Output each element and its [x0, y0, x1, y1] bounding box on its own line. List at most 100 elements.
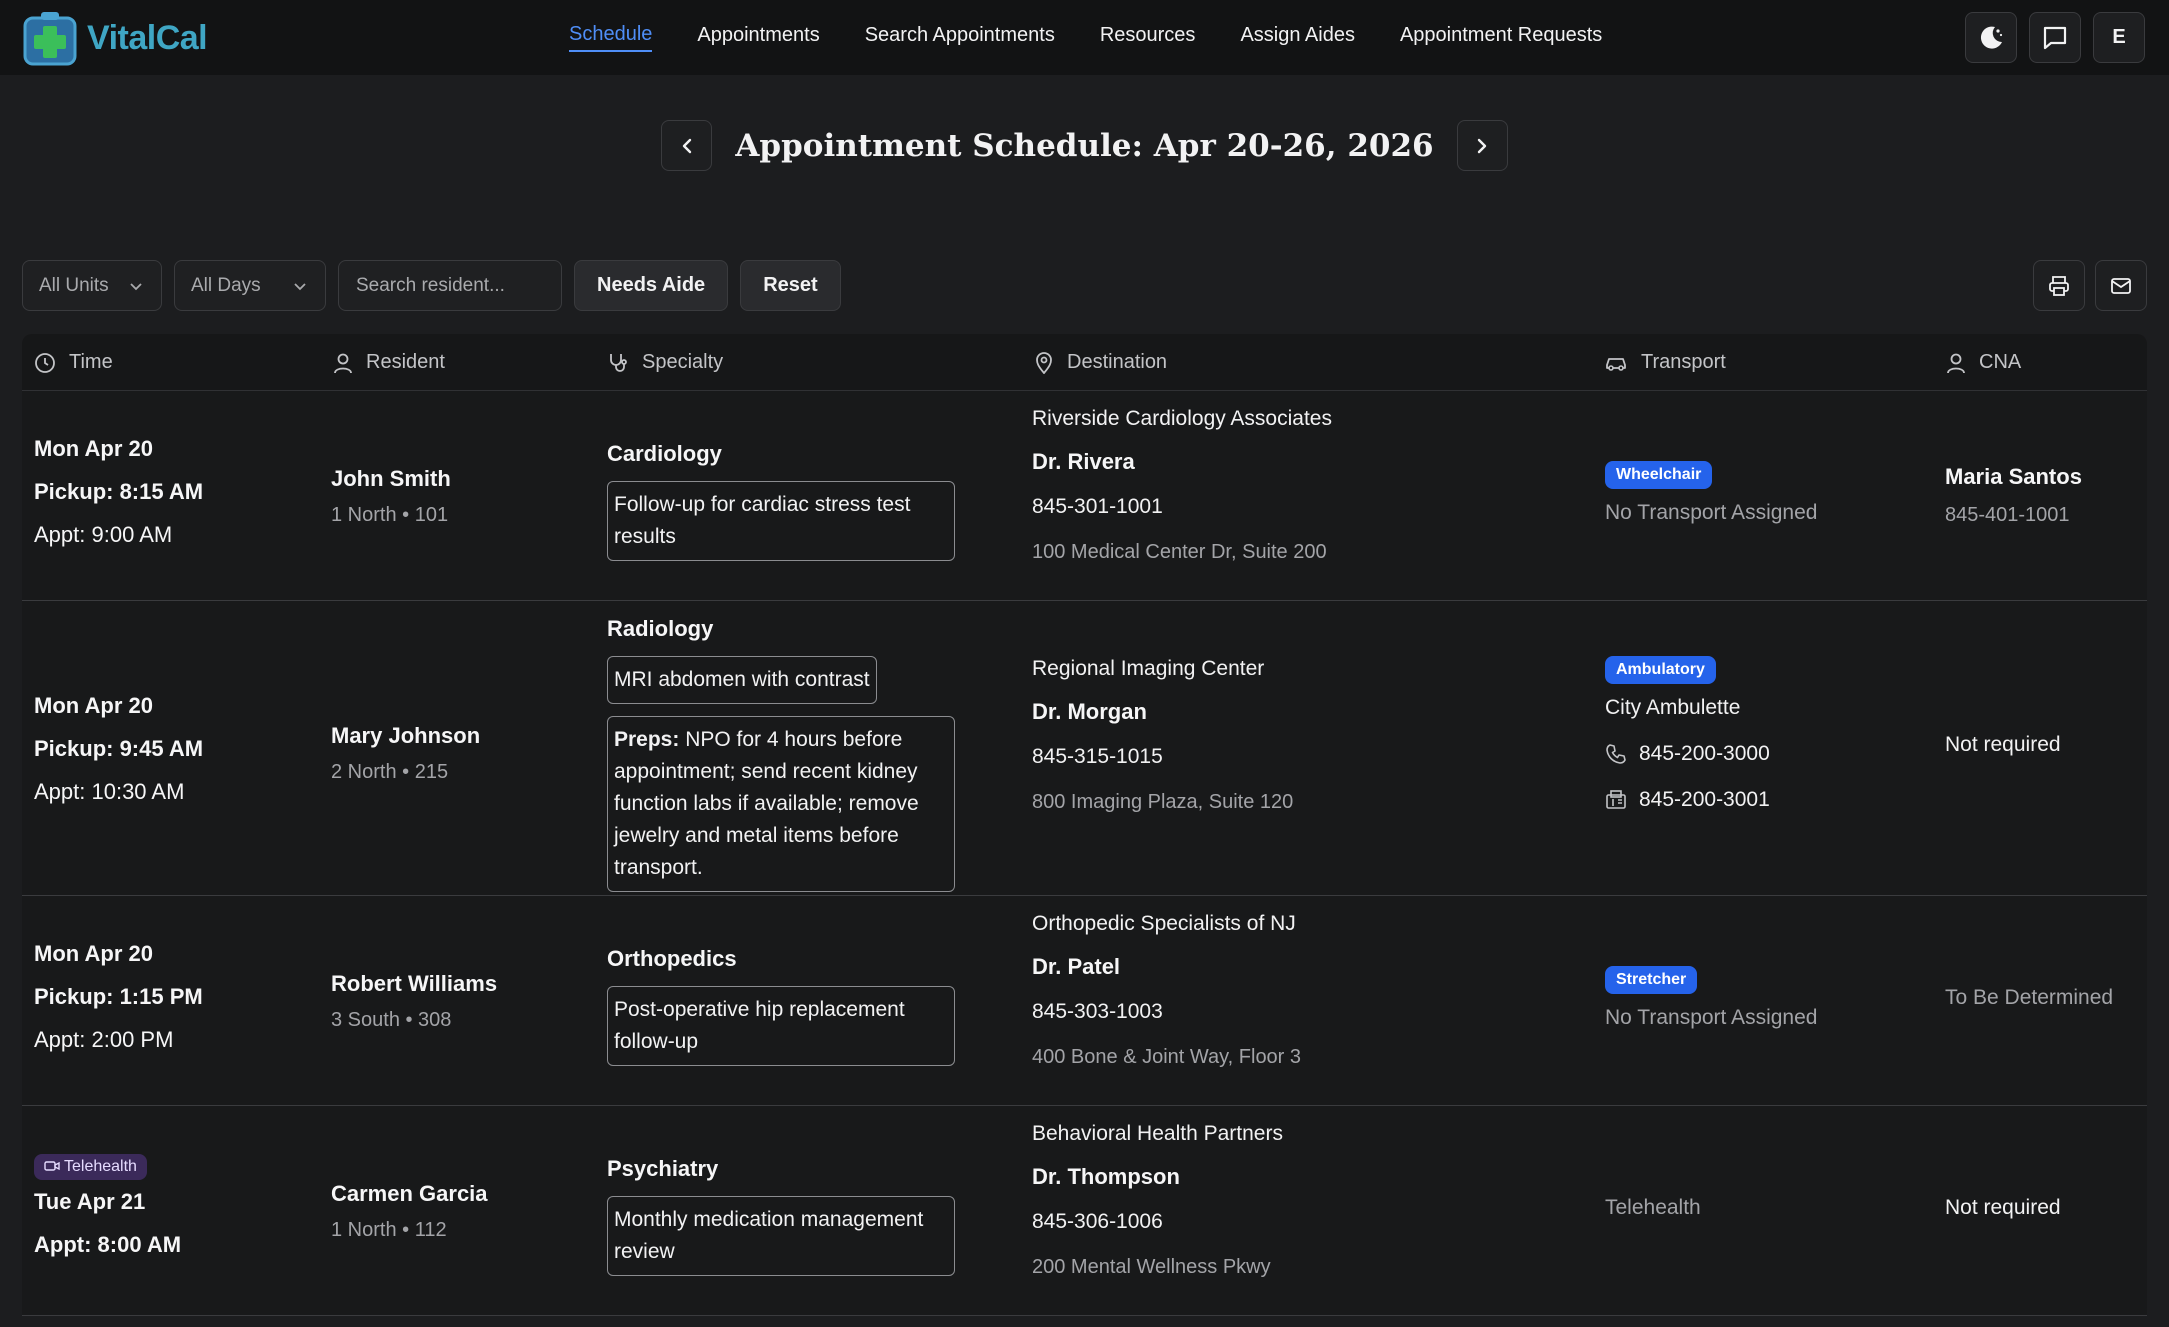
column-header-time[interactable]: Time	[34, 351, 113, 374]
resident-name[interactable]: John Smith	[331, 466, 451, 492]
doctor-name: Dr. Rivera	[1032, 449, 1135, 474]
destination-phone[interactable]: 845-301-1001	[1032, 495, 1332, 519]
appointment-note: Post-operative hip replacement follow-up	[607, 986, 955, 1066]
doctor-name: Dr. Patel	[1032, 954, 1121, 979]
destination-cell: Riverside Cardiology Associates Dr. Rive…	[1032, 407, 1332, 564]
appointment-day: Mon Apr 20	[34, 941, 153, 966]
mail-icon	[2111, 277, 2131, 294]
destination-phone[interactable]: 845-306-1006	[1032, 1210, 1283, 1234]
transport-fax-line[interactable]: 845-200-3001	[1605, 788, 1770, 812]
resident-name[interactable]: Carmen Garcia	[331, 1181, 488, 1207]
appointment-time-value: Appt: 2:00 PM	[34, 1027, 174, 1052]
table-row[interactable]: Telehealth Tue Apr 21 Appt: 8:00 AM Carm…	[22, 1106, 2147, 1316]
table-row[interactable]: Mon Apr 20 Pickup: 1:15 PM Appt: 2:00 PM…	[22, 896, 2147, 1106]
appointment-time-value: Appt: 9:00 AM	[34, 522, 173, 547]
specialty-cell: Cardiology Follow-up for cardiac stress …	[607, 441, 955, 573]
theme-toggle-button[interactable]	[1965, 12, 2017, 63]
transport-status: No Transport Assigned	[1605, 1006, 1818, 1029]
transport-status: Telehealth	[1605, 1196, 1701, 1219]
top-navigation-bar: VitalCal Schedule Appointments Search Ap…	[0, 0, 2169, 75]
column-header-specialty[interactable]: Specialty	[607, 351, 723, 374]
email-button[interactable]	[2095, 260, 2147, 311]
phone-icon	[1606, 744, 1626, 764]
resident-name[interactable]: Mary Johnson	[331, 723, 480, 749]
units-select[interactable]: All Units	[22, 260, 162, 311]
chevron-down-icon	[294, 282, 306, 290]
next-week-button[interactable]	[1456, 120, 1508, 171]
cna-phone: 845-401-1001	[1945, 504, 2070, 526]
user-avatar-button[interactable]: E	[2093, 12, 2145, 63]
transport-phone-line[interactable]: 845-200-3000	[1605, 742, 1770, 766]
nav-resources[interactable]: Resources	[1100, 24, 1196, 51]
chevron-down-icon	[130, 282, 142, 290]
table-row[interactable]: Mon Apr 20 Pickup: 8:15 AM Appt: 9:00 AM…	[22, 391, 2147, 601]
specialty-cell: Orthopedics Post-operative hip replaceme…	[607, 946, 955, 1078]
destination-phone[interactable]: 845-303-1003	[1032, 1000, 1301, 1024]
column-header-resident[interactable]: Resident	[333, 351, 445, 374]
destination-address: 200 Mental Wellness Pkwy	[1032, 1256, 1271, 1278]
page-title-prefix: Appointment Schedule:	[735, 127, 1143, 164]
nav-search-appointments[interactable]: Search Appointments	[865, 24, 1055, 51]
cna-cell: Not required	[1945, 733, 2061, 757]
cna-cell: Maria Santos 845-401-1001	[1945, 464, 2082, 527]
cna-name[interactable]: Maria Santos	[1945, 464, 2082, 490]
resident-location: 1 North • 101	[331, 504, 449, 526]
transport-type-badge: Ambulatory	[1605, 656, 1716, 684]
appointment-time: Mon Apr 20 Pickup: 9:45 AM Appt: 10:30 A…	[34, 684, 203, 813]
table-header: Time Resident Specialty Destination Tran…	[22, 334, 2147, 391]
days-select-value: All Days	[191, 274, 261, 296]
specialty-name: Orthopedics	[607, 946, 737, 971]
appointment-time-value: Appt: 10:30 AM	[34, 779, 185, 804]
appointment-note: Follow-up for cardiac stress test result…	[607, 481, 955, 561]
main-nav: Schedule Appointments Search Appointment…	[569, 0, 1647, 75]
needs-aide-button[interactable]: Needs Aide	[574, 260, 729, 311]
nav-assign-aides[interactable]: Assign Aides	[1240, 24, 1355, 51]
table-row[interactable]: Mon Apr 20 Pickup: 9:45 AM Appt: 10:30 A…	[22, 601, 2147, 896]
column-header-destination[interactable]: Destination	[1034, 351, 1167, 374]
print-button[interactable]	[2033, 260, 2085, 311]
column-header-transport[interactable]: Transport	[1604, 351, 1726, 374]
week-range: Apr 20-26, 2026	[1153, 127, 1434, 164]
chevron-right-icon	[1477, 138, 1487, 153]
pickup-time: Pickup: 8:15 AM	[34, 479, 204, 504]
stethoscope-icon	[610, 353, 627, 372]
nav-appointments[interactable]: Appointments	[697, 24, 819, 51]
cna-status: Not required	[1945, 1196, 2061, 1219]
appointment-day: Tue Apr 21	[34, 1189, 146, 1214]
destination-address: 100 Medical Center Dr, Suite 200	[1032, 541, 1327, 563]
reset-button[interactable]: Reset	[740, 260, 841, 311]
messages-button[interactable]	[2029, 12, 2081, 63]
app-logo[interactable]: VitalCal	[21, 10, 208, 66]
resident-search-input[interactable]	[338, 260, 562, 311]
destination-name: Behavioral Health Partners	[1032, 1122, 1283, 1145]
export-actions	[2033, 260, 2147, 311]
transport-type-badge: Stretcher	[1605, 966, 1698, 994]
destination-name: Riverside Cardiology Associates	[1032, 407, 1332, 430]
column-header-cna[interactable]: CNA	[1946, 351, 2021, 374]
transport-phone: 845-200-3000	[1639, 742, 1770, 765]
pickup-time: Pickup: 9:45 AM	[34, 736, 204, 761]
resident-cell: John Smith 1 North • 101	[331, 466, 451, 527]
nav-schedule[interactable]: Schedule	[569, 23, 653, 52]
chat-bubble-icon	[2043, 26, 2067, 49]
map-pin-icon	[1036, 351, 1052, 374]
destination-cell: Regional Imaging Center Dr. Morgan 845-3…	[1032, 657, 1293, 814]
column-header-cna-label: CNA	[1979, 351, 2022, 373]
destination-address: 400 Bone & Joint Way, Floor 3	[1032, 1046, 1302, 1068]
transport-fax: 845-200-3001	[1639, 788, 1770, 811]
moon-icon	[1980, 26, 2003, 49]
resident-name[interactable]: Robert Williams	[331, 971, 497, 997]
transport-type-badge: Wheelchair	[1605, 461, 1713, 489]
previous-week-button[interactable]	[661, 120, 713, 171]
destination-phone[interactable]: 845-315-1015	[1032, 745, 1293, 769]
destination-cell: Orthopedic Specialists of NJ Dr. Patel 8…	[1032, 912, 1301, 1069]
resident-cell: Carmen Garcia 1 North • 112	[331, 1181, 488, 1242]
video-camera-icon	[44, 1161, 60, 1171]
specialty-name: Psychiatry	[607, 1156, 719, 1181]
destination-cell: Behavioral Health Partners Dr. Thompson …	[1032, 1122, 1283, 1279]
column-header-specialty-label: Specialty	[642, 351, 724, 373]
resident-location: 2 North • 215	[331, 761, 449, 783]
days-select[interactable]: All Days	[174, 260, 326, 311]
nav-appointment-requests[interactable]: Appointment Requests	[1400, 24, 1602, 51]
telehealth-badge: Telehealth	[34, 1154, 147, 1180]
